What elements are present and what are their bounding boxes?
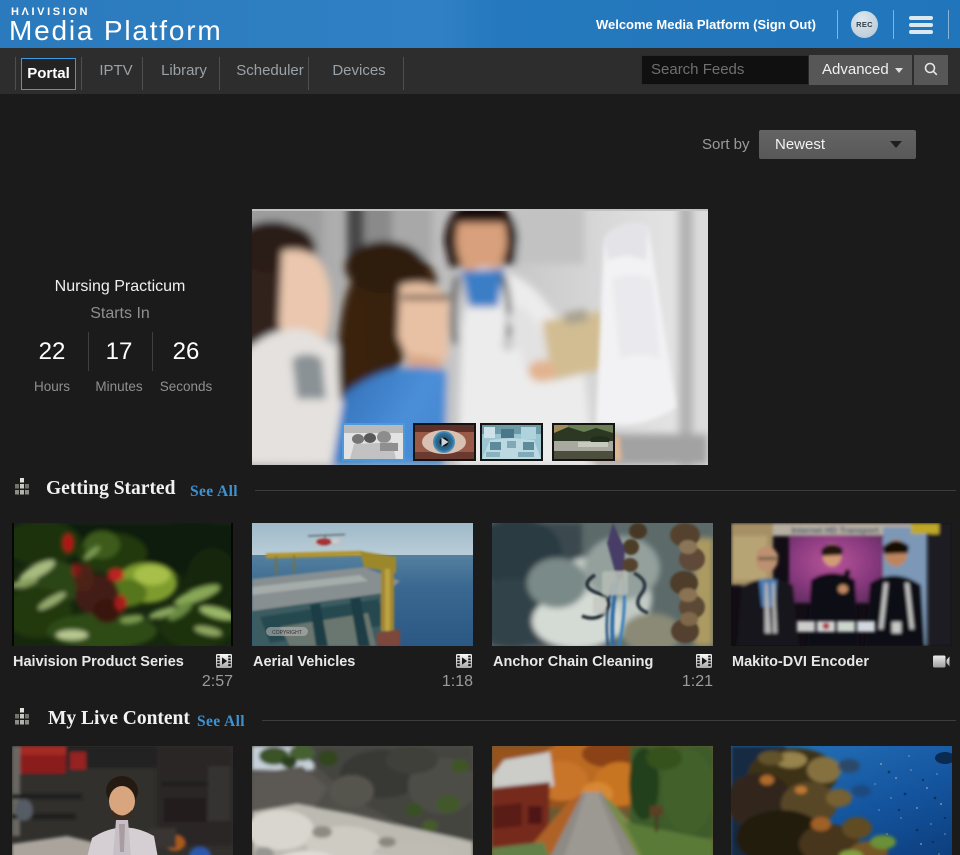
svg-text:Internet HD Transport: Internet HD Transport bbox=[791, 525, 879, 535]
svg-text:COPYRIGHT: COPYRIGHT bbox=[272, 630, 302, 636]
